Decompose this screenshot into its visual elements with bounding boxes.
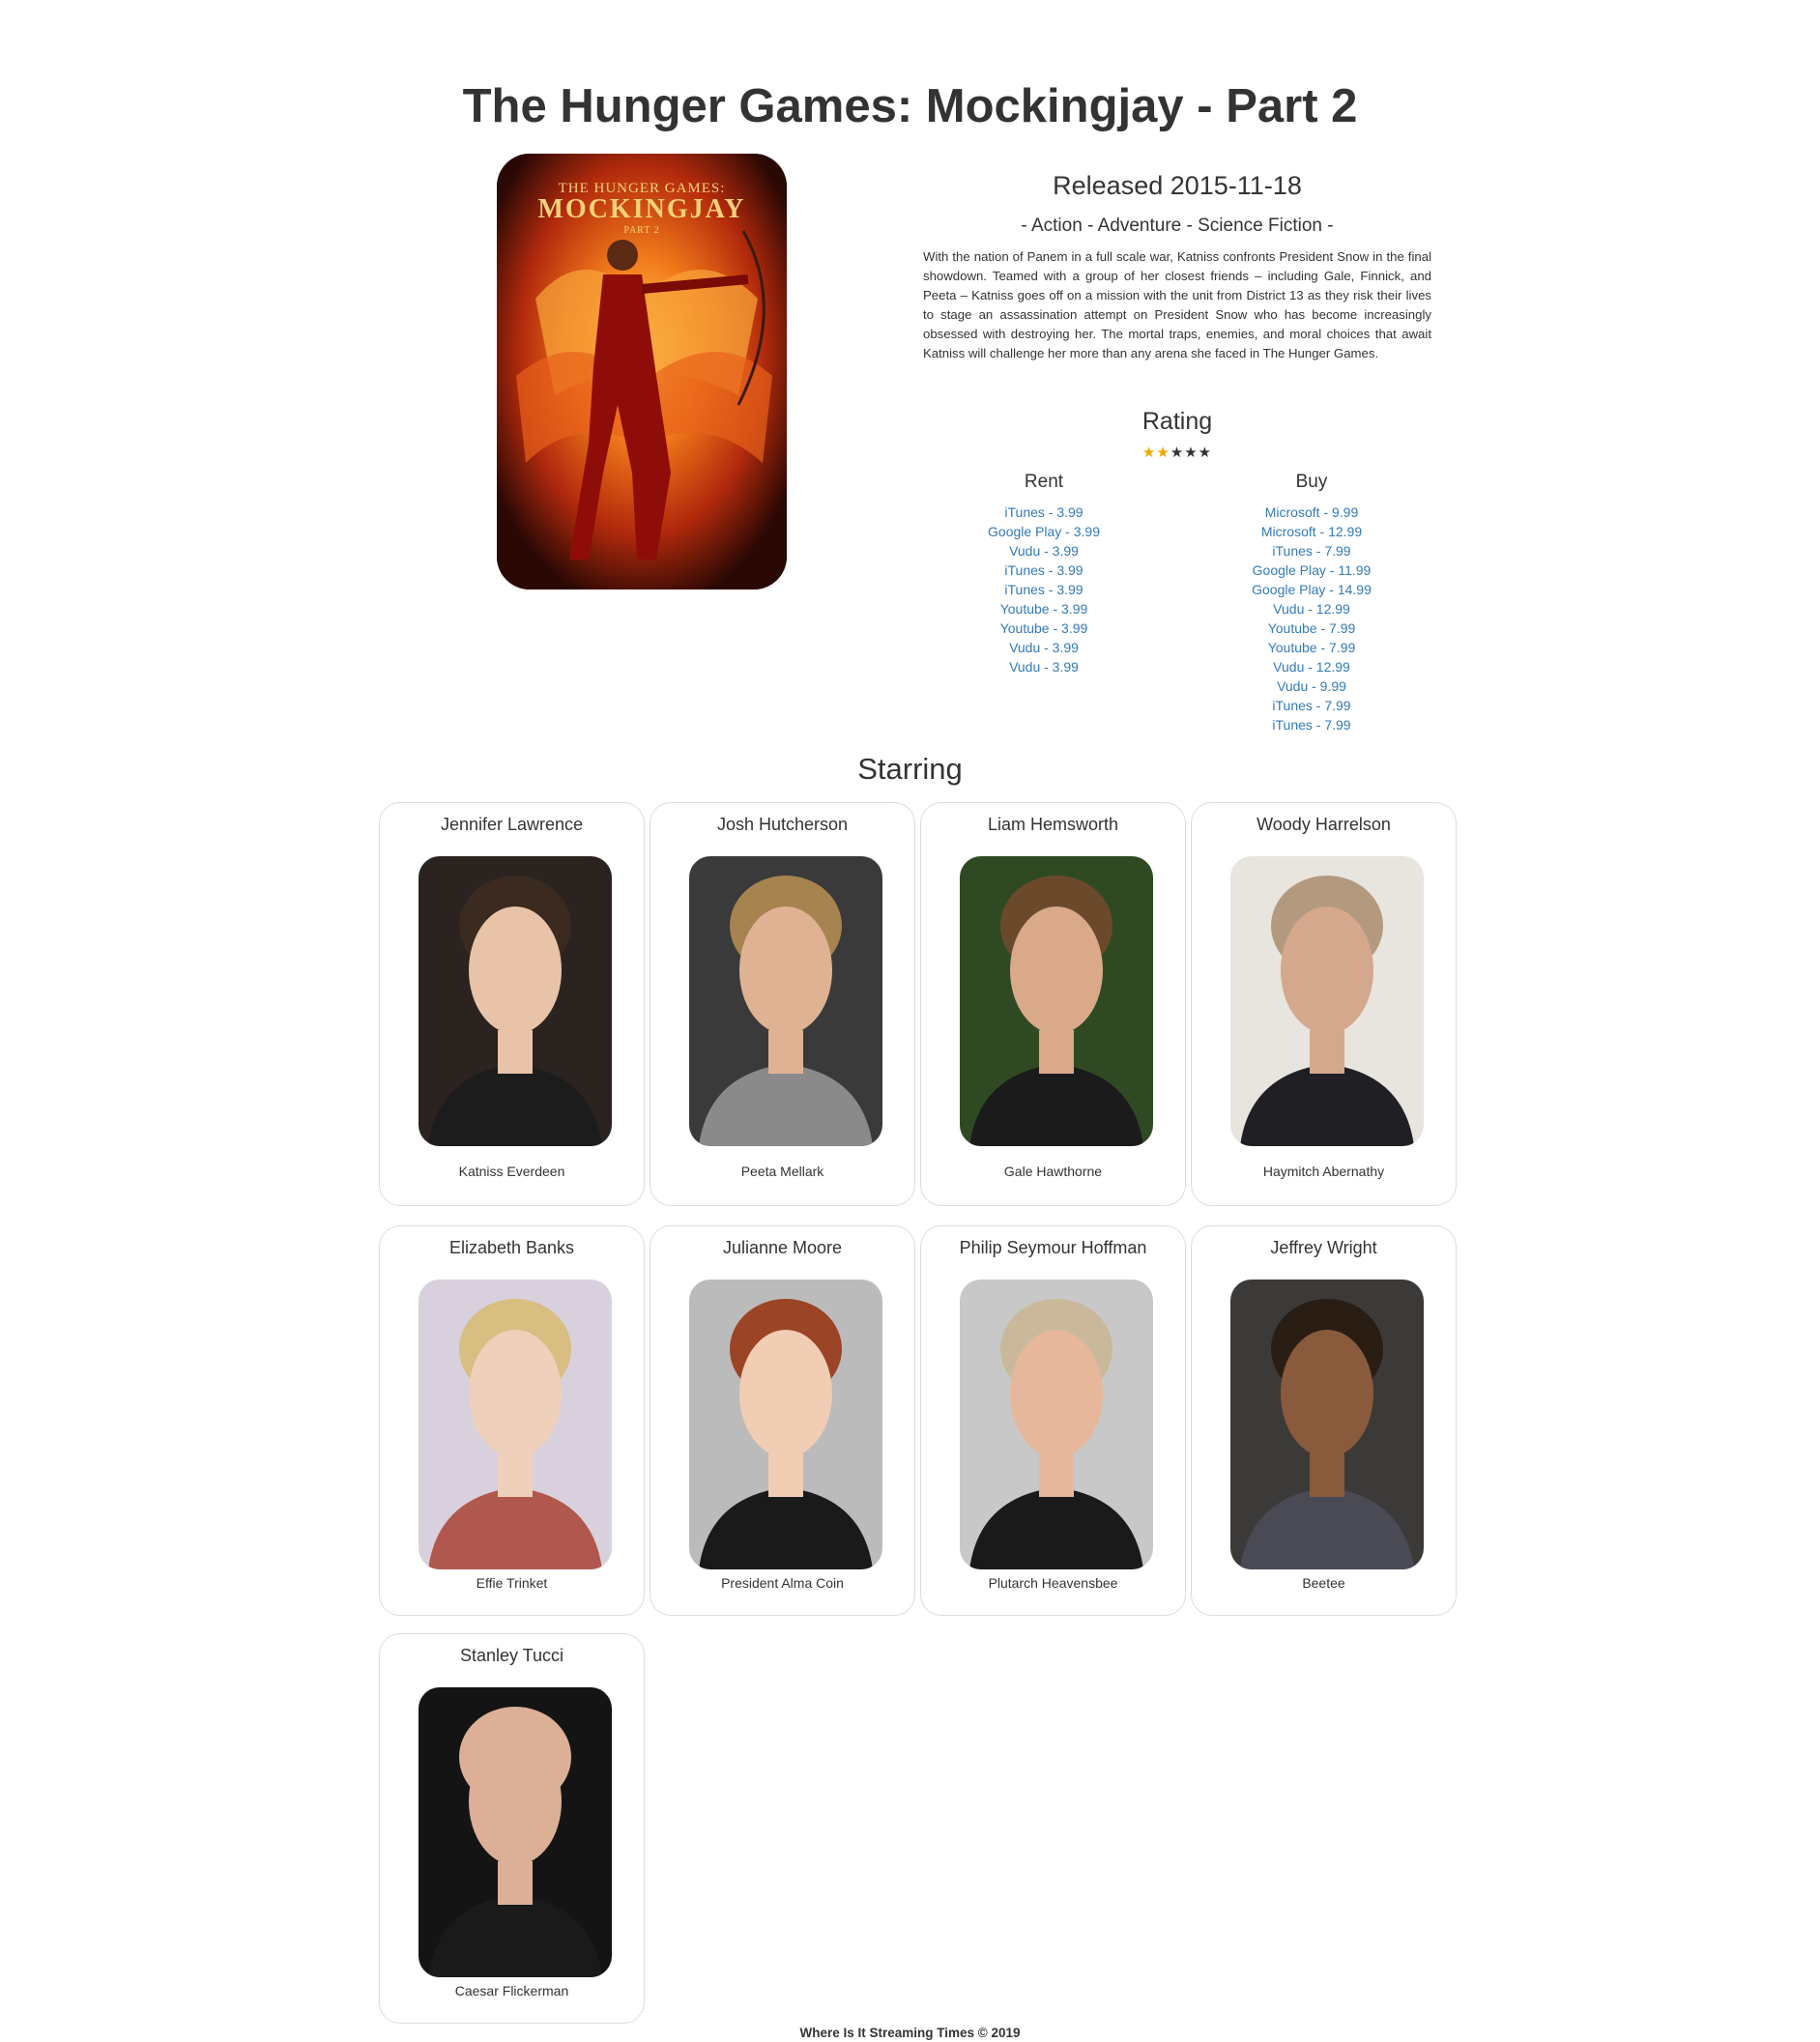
character-name: Peeta Mellark: [740, 1164, 824, 1179]
actor-name: Woody Harrelson: [1257, 815, 1391, 834]
buy-provider-link[interactable]: Google Play - 14.99: [1205, 580, 1418, 599]
character-name: President Alma Coin: [721, 1575, 844, 1591]
cast-card[interactable]: Jeffrey Wright Beetee: [1191, 1225, 1457, 1616]
actor-photo: [960, 1280, 1153, 1569]
star-empty-icon: ★: [1184, 445, 1199, 461]
buy-provider-link[interactable]: Youtube - 7.99: [1205, 638, 1418, 657]
rent-provider-link[interactable]: iTunes - 3.99: [938, 561, 1150, 580]
page-title: The Hunger Games: Mockingjay - Part 2: [462, 80, 1358, 132]
cast-card[interactable]: Woody Harrelson Haymitch Abernathy: [1191, 802, 1457, 1206]
rating-heading: Rating: [1141, 408, 1213, 435]
buy-provider-link[interactable]: Vudu - 12.99: [1205, 599, 1418, 618]
starring-heading: Starring: [857, 752, 963, 786]
character-name: Katniss Everdeen: [458, 1164, 565, 1179]
cast-card[interactable]: Julianne Moore President Alma Coin: [650, 1225, 915, 1616]
cast-card[interactable]: Elizabeth Banks Effie Trinket: [379, 1225, 645, 1616]
photo-face: [469, 906, 562, 1034]
actor-photo: [689, 1280, 882, 1569]
character-name: Effie Trinket: [476, 1575, 548, 1591]
photo-neck: [1039, 1030, 1074, 1074]
photo-neck: [768, 1453, 803, 1497]
rent-provider-link[interactable]: Vudu - 3.99: [938, 638, 1150, 657]
photo-face: [469, 1330, 562, 1457]
rent-heading: Rent: [1024, 472, 1064, 492]
buy-provider-link[interactable]: iTunes - 7.99: [1205, 541, 1418, 561]
star-empty-icon: ★: [1198, 445, 1213, 461]
photo-face: [1010, 1330, 1103, 1457]
character-name: Caesar Flickerman: [454, 1983, 569, 1999]
photo-neck: [768, 1030, 803, 1074]
photo-face: [469, 1738, 562, 1865]
character-name: Plutarch Heavensbee: [988, 1575, 1118, 1591]
rent-provider-link[interactable]: Youtube - 3.99: [938, 618, 1150, 638]
photo-face: [1010, 906, 1103, 1034]
genre-list: - Action - Adventure - Science Fiction -: [1021, 216, 1334, 236]
photo-neck: [498, 1453, 533, 1497]
rent-provider-link[interactable]: Youtube - 3.99: [938, 599, 1150, 618]
actor-name: Elizabeth Banks: [448, 1238, 575, 1257]
rating-stars: ★★★★★: [922, 445, 1432, 462]
buy-provider-link[interactable]: Vudu - 12.99: [1205, 657, 1418, 676]
actor-name: Josh Hutcherson: [716, 815, 849, 834]
rent-provider-link[interactable]: iTunes - 3.99: [938, 580, 1150, 599]
star-filled-icon: ★: [1141, 445, 1157, 461]
rent-provider-list: iTunes - 3.99 Google Play - 3.99 Vudu - 3.…: [938, 503, 1150, 676]
actor-name: Philip Seymour Hoffman: [959, 1238, 1147, 1257]
actor-photo: [419, 1687, 612, 1977]
actor-name: Jennifer Lawrence: [440, 815, 584, 834]
actor-photo: [419, 856, 612, 1146]
photo-face: [1281, 1330, 1373, 1457]
rent-column: Rent iTunes - 3.99 Google Play - 3.99 Vudu…: [938, 470, 1150, 676]
rent-provider-link[interactable]: Vudu - 3.99: [938, 541, 1150, 561]
movie-poster: THE HUNGER GAMES: MOCKINGJAY PART 2: [497, 154, 787, 590]
buy-heading: Buy: [1295, 472, 1328, 492]
actor-name: Julianne Moore: [722, 1238, 843, 1257]
buy-column: Buy Microsoft - 9.99 Microsoft - 12.99 iTu…: [1205, 470, 1418, 734]
actor-photo: [1230, 1280, 1424, 1569]
star-empty-icon: ★: [1170, 445, 1185, 461]
poster-title-line3: PART 2: [623, 225, 659, 236]
cast-card[interactable]: Josh Hutcherson Peeta Mellark: [650, 802, 915, 1206]
photo-neck: [1039, 1453, 1074, 1497]
poster-title-line2: MOCKINGJAY: [538, 194, 746, 224]
movie-overview: With the nation of Panem in a full scale…: [923, 249, 1431, 360]
photo-neck: [498, 1030, 533, 1074]
buy-provider-link[interactable]: Google Play - 11.99: [1205, 561, 1418, 580]
actor-name: Jeffrey Wright: [1270, 1238, 1377, 1257]
actor-photo: [689, 856, 882, 1146]
buy-provider-link[interactable]: iTunes - 7.99: [1205, 715, 1418, 734]
buy-provider-link[interactable]: Microsoft - 9.99: [1205, 503, 1418, 522]
photo-neck: [498, 1861, 533, 1905]
actor-photo: [419, 1280, 612, 1569]
buy-provider-list: Microsoft - 9.99 Microsoft - 12.99 iTunes …: [1205, 503, 1418, 734]
actor-name: Liam Hemsworth: [987, 815, 1119, 834]
character-name: Gale Hawthorne: [1003, 1164, 1103, 1179]
rent-provider-link[interactable]: iTunes - 3.99: [938, 503, 1150, 522]
poster-image: THE HUNGER GAMES: MOCKINGJAY PART 2: [497, 154, 787, 590]
photo-neck: [1310, 1030, 1344, 1074]
buy-provider-link[interactable]: Youtube - 7.99: [1205, 618, 1418, 638]
actor-photo: [1230, 856, 1424, 1146]
release-date: Released 2015-11-18: [1053, 171, 1302, 200]
cast-card[interactable]: Jennifer Lawrence Katniss Everdeen: [379, 802, 645, 1206]
cast-card[interactable]: Stanley Tucci Caesar Flickerman: [379, 1633, 645, 2024]
actor-photo: [960, 856, 1153, 1146]
star-filled-icon: ★: [1156, 445, 1170, 461]
footer: Where Is It Streaming Times © 2019: [799, 2026, 1021, 2040]
cast-card[interactable]: Liam Hemsworth Gale Hawthorne: [920, 802, 1186, 1206]
photo-face: [739, 1330, 832, 1457]
buy-provider-link[interactable]: iTunes - 7.99: [1205, 696, 1418, 715]
page: The Hunger Games: Mockingjay - Part 2 TH…: [0, 0, 1820, 2042]
buy-provider-link[interactable]: Microsoft - 12.99: [1205, 522, 1418, 541]
rent-provider-link[interactable]: Google Play - 3.99: [938, 522, 1150, 541]
cast-card[interactable]: Philip Seymour Hoffman Plutarch Heavensbe…: [920, 1225, 1186, 1616]
character-name: Beetee: [1302, 1575, 1345, 1591]
photo-face: [1281, 906, 1373, 1034]
rent-provider-link[interactable]: Vudu - 3.99: [938, 657, 1150, 676]
actor-name: Stanley Tucci: [459, 1646, 564, 1665]
photo-neck: [1310, 1453, 1344, 1497]
photo-face: [739, 906, 832, 1034]
buy-provider-link[interactable]: Vudu - 9.99: [1205, 676, 1418, 696]
character-name: Haymitch Abernathy: [1262, 1164, 1385, 1179]
